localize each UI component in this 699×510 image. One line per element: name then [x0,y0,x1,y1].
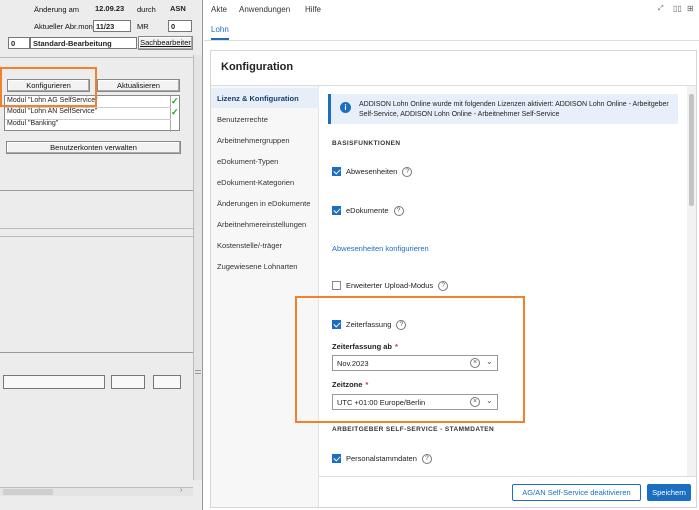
expand-icon[interactable]: ⤢ [658,5,664,13]
page-title: Konfiguration [221,61,294,73]
menu-akte[interactable]: Akte [211,5,227,14]
change-date-label: Änderung am [34,5,80,14]
addison-app: Akte Anwendungen Hilfe ⤢ ▯▯ ⊞ Lohn Konfi… [204,0,699,510]
menu-hilfe[interactable]: Hilfe [305,5,321,14]
section-basisfunktionen: BASISFUNKTIONEN [332,140,401,147]
module-an-check-icon: ✓ [171,107,179,117]
abwesenheiten-help-icon[interactable]: ? [402,167,413,178]
personalstammdaten-help-icon[interactable]: ? [421,454,432,465]
upload-mode-checkbox[interactable] [332,281,341,290]
legacy-field-2[interactable] [111,375,145,389]
mr-field[interactable]: 0 [168,20,192,32]
legacy-field-1[interactable] [3,375,105,389]
legacy-field-3[interactable] [153,375,181,389]
nav-zugewiesene-lohnarten[interactable]: Zugewiesene Lohnarten [217,262,297,271]
legacy-hscrollbar[interactable]: › [0,487,193,496]
upload-help-icon[interactable]: ? [438,281,449,292]
nav-aenderungen-edokumente[interactable]: Änderungen in eDokumente [217,199,310,208]
abwesenheiten-konfigurieren-link[interactable]: Abwesenheiten konfigurieren [332,244,429,253]
content-scrollbar[interactable] [687,86,696,476]
personalstammdaten-label: Personalstammdaten? [346,454,432,465]
billing-month-field[interactable]: 11/23 [93,20,131,32]
highlight-konfigurieren [0,67,97,107]
info-icon: i [340,102,351,113]
configuration-panel: Konfiguration Lizenz & Konfiguration Ben… [210,50,697,508]
personalstammdaten-checkbox[interactable] [332,454,341,463]
nav-lizenz-konfiguration[interactable]: Lizenz & Konfiguration [217,94,299,103]
nav-edokument-kategorien[interactable]: eDokument-Kategorien [217,178,294,187]
grid-view-icon[interactable]: ⊞ [687,4,694,13]
scroll-right-icon[interactable]: › [180,487,182,494]
license-info-box: i ADDISON Lohn Online wurde mit folgende… [328,94,678,124]
mr-label: MR [137,22,149,31]
scroll-thumb[interactable] [689,94,694,206]
benutzerkonten-button[interactable]: Benutzerkonten verwalten [6,141,181,154]
save-button[interactable]: Speichern [647,484,691,501]
module-ag-check-icon: ✓ [171,96,179,106]
tab-bar: Lohn [204,18,699,41]
edokumente-label: eDokumente? [346,206,404,217]
menu-anwendungen[interactable]: Anwendungen [239,5,290,14]
license-info-text: ADDISON Lohn Online wurde mit folgenden … [359,101,669,118]
nav-kostenstelle[interactable]: Kostenstelle/-träger [217,241,282,250]
abwesenheiten-checkbox[interactable] [332,167,341,176]
nav-arbeitnehmergruppen[interactable]: Arbeitnehmergruppen [217,136,290,145]
mode-code-field[interactable]: 0 [8,37,30,49]
module-item-banking[interactable]: Modul "Banking" [7,120,58,127]
abwesenheiten-label: Abwesenheiten? [346,167,413,178]
changed-by-value: ASN [170,4,186,13]
nav-arbeitnehmereinstellungen[interactable]: Arbeitnehmereinstellungen [217,220,306,229]
legacy-scrollbar[interactable] [193,55,202,480]
nav-benutzerrechte[interactable]: Benutzerrechte [217,115,268,124]
upload-mode-label: Erweiterter Upload-Modus? [346,281,449,292]
nav-edokument-typen[interactable]: eDokument-Typen [217,157,278,166]
billing-month-label: Aktueller Abr.monat [34,22,100,31]
tab-lohn[interactable]: Lohn [211,25,229,40]
module-item-an[interactable]: Modul "Lohn AN SelfService" [7,108,97,115]
aktualisieren-button[interactable]: Aktualisieren [97,79,180,92]
edokumente-help-icon[interactable]: ? [393,206,404,217]
changed-by-label: durch [137,5,156,14]
mode-field[interactable]: Standard-Bearbeitung [30,37,137,49]
sachbearbeiter-button[interactable]: Sachbearbeiter [138,36,193,50]
highlight-zeiterfassung [295,296,525,423]
split-view-icon[interactable]: ▯▯ [673,4,682,13]
change-date-value: 12.09.23 [95,4,125,13]
divider [0,57,195,58]
deactivate-self-service-button[interactable]: AG/AN Self-Service deaktivieren [512,484,641,501]
legacy-window: Änderung am 12.09.23 durch ASN Aktueller… [0,0,203,510]
edokumente-checkbox[interactable] [332,206,341,215]
section-ag-stammdaten: ARBEITGEBER SELF-SERVICE - STAMMDATEN [332,426,495,433]
